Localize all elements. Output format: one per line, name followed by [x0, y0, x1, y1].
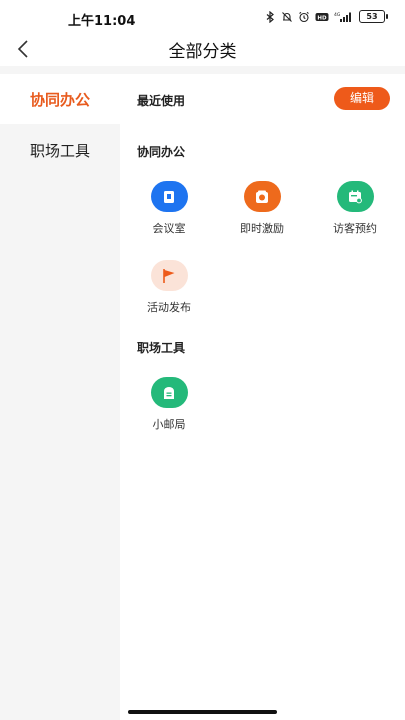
recent-section-title: 最近使用 — [137, 94, 186, 108]
status-bar: 上午11:04 HD 4G 53 — [0, 0, 405, 34]
app-tile-instant-reward[interactable]: 即时激励 — [222, 181, 302, 236]
page-title: 全部分类 — [168, 42, 237, 62]
mailbox-icon — [150, 377, 188, 408]
alarm-icon — [299, 11, 309, 22]
sidebar-item-collaboration[interactable]: 协同办公 — [0, 74, 120, 124]
sidebar-item-workplace-tools[interactable]: 职场工具 — [0, 124, 120, 174]
signal-icon: 4G — [334, 12, 351, 22]
app-tile-meeting-room[interactable]: 会议室 — [129, 181, 209, 236]
visitor-calendar-icon — [336, 181, 374, 212]
svg-text:4G: 4G — [334, 12, 341, 18]
svg-text:HD: HD — [317, 15, 327, 21]
medal-icon — [243, 181, 281, 212]
category-sidebar: 协同办公 职场工具 — [0, 74, 120, 720]
meeting-room-icon — [150, 181, 188, 212]
flag-icon — [150, 260, 188, 291]
status-time: 上午11:04 — [68, 14, 136, 29]
edit-button[interactable]: 编辑 — [334, 87, 390, 110]
app-tile-event-publish[interactable]: 活动发布 — [129, 260, 209, 315]
header: 全部分类 — [0, 34, 405, 66]
app-label: 活动发布 — [147, 301, 191, 314]
app-label: 即时激励 — [240, 222, 284, 235]
hd-icon: HD — [315, 12, 329, 21]
sidebar-item-label: 职场工具 — [29, 142, 90, 160]
battery-icon: 53 — [359, 10, 388, 23]
home-indicator[interactable] — [128, 710, 277, 714]
app-label: 会议室 — [152, 222, 186, 235]
divider — [0, 66, 405, 74]
section-title-workplace-tools: 职场工具 — [137, 341, 186, 355]
app-tile-visitor-booking[interactable]: 访客预约 — [315, 181, 395, 236]
section-title-collaboration: 协同办公 — [137, 145, 186, 159]
status-icons: HD 4G 53 — [264, 10, 388, 23]
app-label: 小邮局 — [152, 418, 186, 431]
app-label: 访客预约 — [333, 222, 377, 235]
app-tile-post-office[interactable]: 小邮局 — [129, 377, 209, 432]
bluetooth-icon — [266, 10, 274, 23]
mute-bell-icon — [282, 11, 292, 22]
sidebar-item-label: 协同办公 — [29, 91, 90, 109]
